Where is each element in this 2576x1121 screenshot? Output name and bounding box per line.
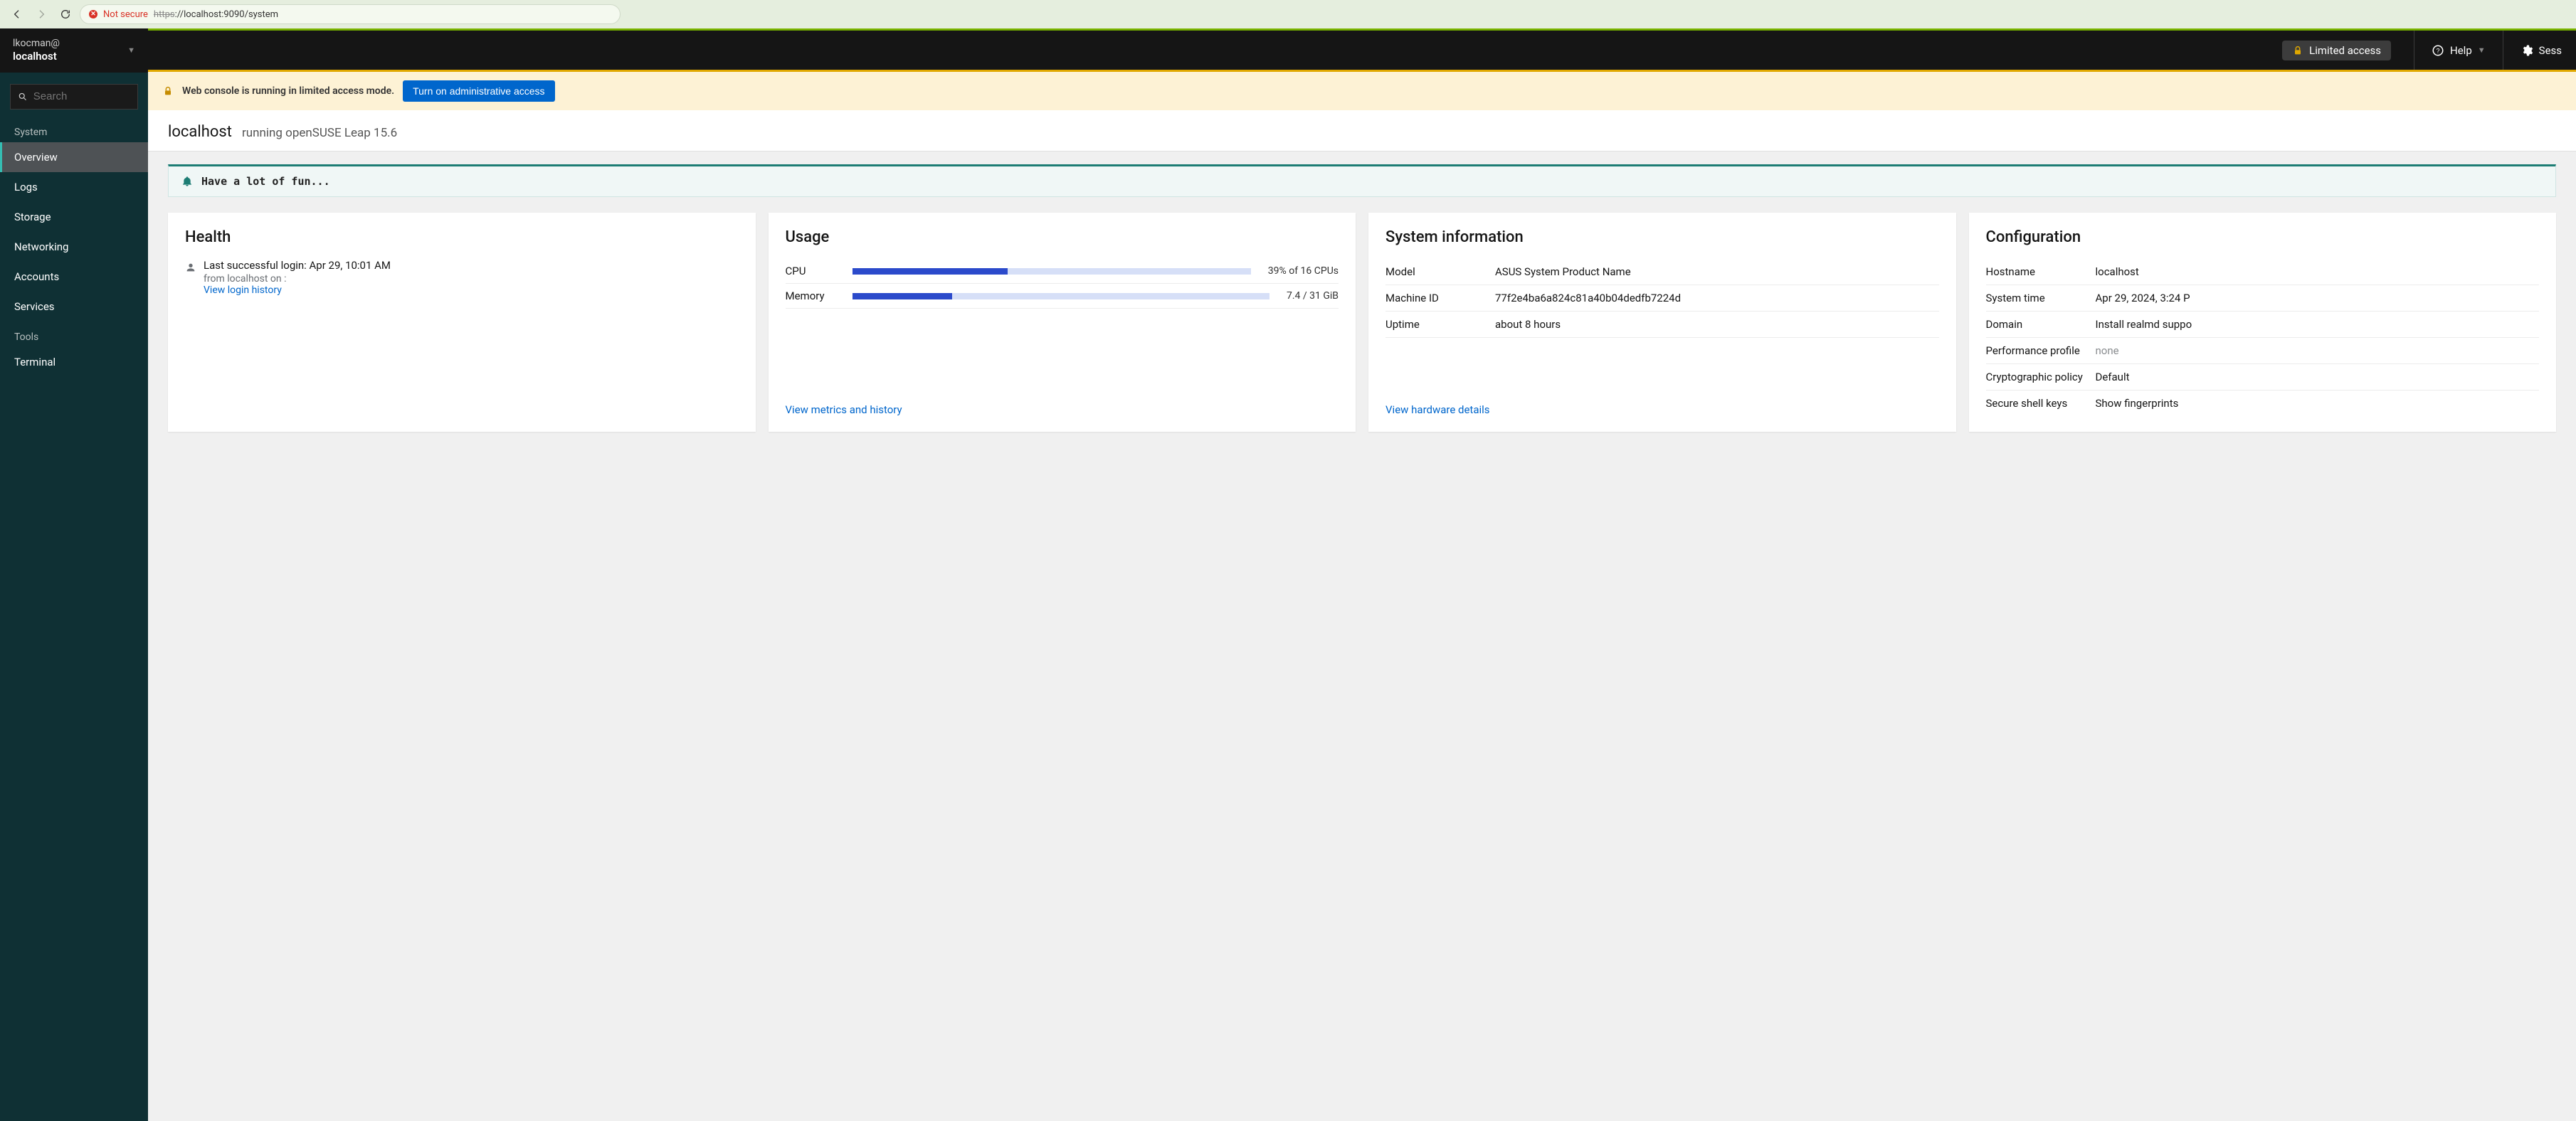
- limited-access-button[interactable]: Limited access: [2282, 41, 2391, 60]
- kv-value: Install realmd suppo: [2096, 318, 2540, 331]
- last-login-text: Last successful login: Apr 29, 10:01 AM: [204, 259, 391, 272]
- usage-value: 39% of 16 CPUs: [1268, 265, 1339, 277]
- sidebar-item-label: Services: [14, 300, 55, 313]
- help-icon: ?: [2432, 44, 2444, 57]
- page-header: localhost running openSUSE Leap 15.6: [148, 110, 2576, 152]
- search-icon: [18, 91, 28, 102]
- reload-icon: [60, 9, 71, 20]
- kv-key: Hostname: [1986, 265, 2086, 278]
- view-metrics-link[interactable]: View metrics and history: [786, 403, 1339, 416]
- not-secure-label: Not secure: [103, 9, 148, 20]
- page-subtitle: running openSUSE Leap 15.6: [242, 126, 397, 140]
- kv-key: Performance profile: [1986, 344, 2086, 357]
- kv-value: 77f2e4ba6a824c81a40b04dedfb7224d: [1495, 292, 1939, 304]
- sidebar-item-label: Overview: [14, 151, 58, 164]
- sidebar-item-networking[interactable]: Networking: [0, 232, 148, 262]
- kv-key: Uptime: [1385, 318, 1485, 331]
- card-title: Usage: [786, 228, 1339, 246]
- gear-icon: [2520, 44, 2533, 57]
- usage-value: 7.4 / 31 GiB: [1287, 290, 1339, 302]
- lock-icon: [2292, 45, 2303, 56]
- user-icon: [185, 260, 196, 273]
- arrow-right-icon: [36, 9, 47, 20]
- limited-access-alert: Web console is running in limited access…: [148, 72, 2576, 110]
- usage-row-cpu: CPU 39% of 16 CPUs: [786, 259, 1339, 284]
- sidebar-item-label: Logs: [14, 181, 38, 193]
- kv-key: Domain: [1986, 318, 2086, 331]
- motd-text: Have a lot of fun...: [201, 175, 330, 188]
- health-card: Health Last successful login: Apr 29, 10…: [168, 213, 756, 432]
- kv-value: about 8 hours: [1495, 318, 1939, 331]
- browser-chrome-bar: ✕ Not secure https://localhost:9090/syst…: [0, 0, 2576, 28]
- kv-value: none: [2096, 344, 2540, 357]
- page-title: localhost: [168, 123, 232, 141]
- sidebar-item-logs[interactable]: Logs: [0, 172, 148, 202]
- sidebar-item-label: Accounts: [14, 270, 59, 283]
- turn-on-admin-button[interactable]: Turn on administrative access: [403, 80, 554, 102]
- lock-icon: [162, 85, 174, 97]
- kv-key: System time: [1986, 292, 2086, 304]
- kv-key: Secure shell keys: [1986, 397, 2086, 410]
- chevron-down-icon: ▼: [127, 46, 135, 55]
- limited-access-label: Limited access: [2309, 44, 2381, 57]
- nav-section-tools: Tools: [0, 322, 148, 347]
- host-user: lkocman@: [13, 37, 60, 50]
- session-menu-button[interactable]: Sess: [2506, 31, 2576, 70]
- help-menu-button[interactable]: ? Help ▼: [2417, 31, 2500, 70]
- card-title: Configuration: [1986, 228, 2540, 246]
- card-title: Health: [185, 228, 739, 246]
- browser-forward-button: [31, 4, 51, 24]
- usage-card: Usage CPU 39% of 16 CPUs Memory 7.4 / 31…: [769, 213, 1356, 432]
- usage-label: CPU: [786, 265, 835, 277]
- memory-usage-bar: [852, 293, 1269, 299]
- arrow-left-icon: [11, 9, 23, 20]
- kv-value: localhost: [2096, 265, 2540, 278]
- browser-reload-button[interactable]: [56, 4, 75, 24]
- sidebar-item-services[interactable]: Services: [0, 292, 148, 322]
- browser-url-bar[interactable]: ✕ Not secure https://localhost:9090/syst…: [80, 4, 621, 24]
- view-hardware-link[interactable]: View hardware details: [1385, 403, 1939, 416]
- sidebar-item-accounts[interactable]: Accounts: [0, 262, 148, 292]
- system-info-card: System information Model ASUS System Prod…: [1368, 213, 1956, 432]
- alert-message: Web console is running in limited access…: [182, 85, 394, 97]
- show-fingerprints-link[interactable]: Show fingerprints: [2096, 397, 2540, 410]
- sidebar-item-label: Storage: [14, 211, 51, 223]
- motd-card: Have a lot of fun...: [168, 164, 2556, 197]
- sidebar-item-overview[interactable]: Overview: [0, 142, 148, 172]
- sidebar: lkocman@ localhost ▼ System Overview Log…: [0, 28, 148, 1121]
- search-box[interactable]: [10, 84, 138, 110]
- browser-back-button[interactable]: [7, 4, 27, 24]
- usage-row-memory: Memory 7.4 / 31 GiB: [786, 284, 1339, 309]
- sidebar-item-storage[interactable]: Storage: [0, 202, 148, 232]
- kv-value: Apr 29, 2024, 3:24 P: [2096, 292, 2540, 304]
- card-title: System information: [1385, 228, 1939, 246]
- nav-section-system: System: [0, 117, 148, 142]
- sidebar-item-terminal[interactable]: Terminal: [0, 347, 148, 377]
- main-area: Limited access ? Help ▼ Sess Web console…: [148, 28, 2576, 1121]
- view-login-history-link[interactable]: View login history: [204, 285, 391, 296]
- help-label: Help: [2450, 44, 2472, 57]
- last-login-from: from localhost on :: [204, 273, 391, 285]
- chevron-down-icon: ▼: [2478, 46, 2486, 55]
- host-name: localhost: [13, 50, 60, 64]
- kv-value: ASUS System Product Name: [1495, 265, 1939, 278]
- sidebar-item-label: Networking: [14, 240, 68, 253]
- bell-icon: [181, 176, 193, 187]
- url-text: https://localhost:9090/system: [154, 9, 278, 20]
- topbar: Limited access ? Help ▼ Sess: [148, 31, 2576, 70]
- configuration-card: Configuration Hostname localhost System t…: [1969, 213, 2557, 432]
- session-label: Sess: [2539, 44, 2562, 57]
- cpu-usage-bar: [852, 268, 1251, 275]
- kv-key: Model: [1385, 265, 1485, 278]
- kv-key: Cryptographic policy: [1986, 371, 2086, 383]
- not-secure-icon: ✕: [89, 10, 97, 18]
- kv-key: Machine ID: [1385, 292, 1485, 304]
- svg-text:?: ?: [2437, 47, 2440, 54]
- host-switcher[interactable]: lkocman@ localhost ▼: [0, 28, 148, 73]
- search-input[interactable]: [33, 90, 130, 102]
- kv-value: Default: [2096, 371, 2540, 383]
- usage-label: Memory: [786, 289, 835, 302]
- sidebar-item-label: Terminal: [14, 356, 56, 368]
